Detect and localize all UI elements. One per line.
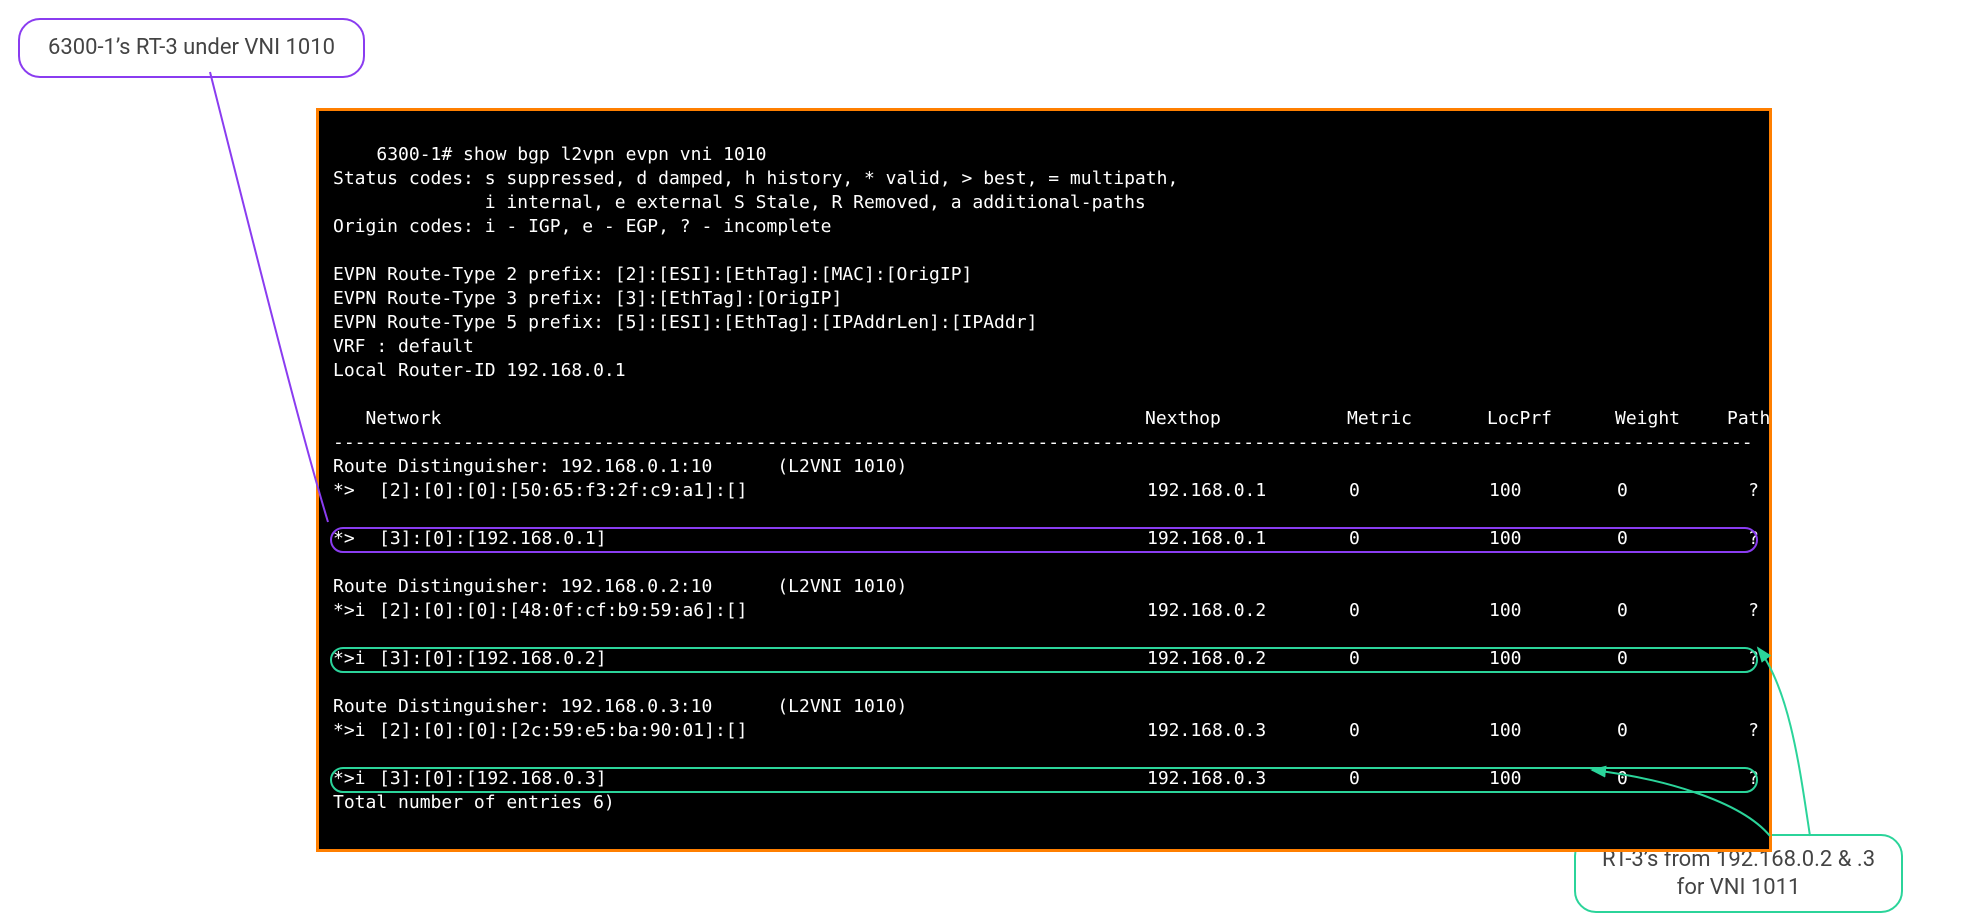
weight-cell: 0	[1617, 767, 1729, 791]
rd-label: Route Distinguisher: 192.168.0.2:10	[333, 576, 712, 597]
connector-purple	[210, 72, 328, 522]
header-weight: Weight	[1615, 407, 1727, 431]
nexthop-cell: 192.168.0.3	[1147, 719, 1349, 743]
header-locprf: LocPrf	[1487, 407, 1615, 431]
status-cell: *>	[333, 527, 379, 551]
status-cell: *>i	[333, 599, 379, 623]
prefix-cell: [2]:[0]:[0]:[50:65:f3:2f:c9:a1]:[]	[379, 479, 1147, 503]
evpn-rt5-prefix-format: EVPN Route-Type 5 prefix: [5]:[ESI]:[Eth…	[333, 312, 1037, 333]
prefix-cell: [2]:[0]:[0]:[2c:59:e5:ba:90:01]:[]	[379, 719, 1147, 743]
prefix-cell: [3]:[0]:[192.168.0.3]	[379, 767, 1147, 791]
locprf-cell: 100	[1489, 767, 1617, 791]
status-cell: *>i	[333, 719, 379, 743]
origin-codes-line: Origin codes: i - IGP, e - EGP, ? - inco…	[333, 216, 832, 237]
status-cell: *>i	[333, 647, 379, 671]
locprf-cell: 100	[1489, 719, 1617, 743]
status-codes-line2: i internal, e external S Stale, R Remove…	[333, 192, 1146, 213]
metric-cell: 0	[1349, 719, 1489, 743]
nexthop-cell: 192.168.0.1	[1147, 527, 1349, 551]
locprf-cell: 100	[1489, 599, 1617, 623]
table-divider: ----------------------------------------…	[333, 431, 1755, 455]
table-row: *>[2]:[0]:[0]:[50:65:f3:2f:c9:a1]:[]192.…	[333, 479, 1755, 503]
weight-cell: 0	[1617, 479, 1729, 503]
rd-label: Route Distinguisher: 192.168.0.3:10	[333, 696, 712, 717]
table-row: *>i[3]:[0]:[192.168.0.3]192.168.0.301000…	[333, 767, 1755, 791]
table-row: *>i[3]:[0]:[192.168.0.2]192.168.0.201000…	[333, 647, 1755, 671]
table-row: *>i[2]:[0]:[0]:[2c:59:e5:ba:90:01]:[]192…	[333, 719, 1755, 743]
prefix-cell: [2]:[0]:[0]:[48:0f:cf:b9:59:a6]:[]	[379, 599, 1147, 623]
locprf-cell: 100	[1489, 479, 1617, 503]
metric-cell: 0	[1349, 527, 1489, 551]
nexthop-cell: 192.168.0.1	[1147, 479, 1349, 503]
nexthop-cell: 192.168.0.3	[1147, 767, 1349, 791]
annotation-purple-text: 6300-1’s RT-3 under VNI 1010	[48, 35, 335, 60]
status-cell: *>	[333, 479, 379, 503]
table-row: *>[3]:[0]:[192.168.0.1]192.168.0.101000?	[333, 527, 1755, 551]
path-cell: ?	[1729, 599, 1759, 623]
annotation-green-text-line2: for VNI 1011	[1677, 875, 1801, 900]
vrf-line: VRF : default	[333, 336, 474, 357]
metric-cell: 0	[1349, 599, 1489, 623]
status-cell: *>i	[333, 767, 379, 791]
weight-cell: 0	[1617, 527, 1729, 551]
weight-cell: 0	[1617, 599, 1729, 623]
nexthop-cell: 192.168.0.2	[1147, 647, 1349, 671]
header-network: Network	[333, 407, 1145, 431]
path-cell: ?	[1729, 479, 1759, 503]
header-path: Path	[1727, 407, 1767, 431]
locprf-cell: 100	[1489, 527, 1617, 551]
path-cell: ?	[1729, 767, 1759, 791]
total-entries-line: Total number of entries 6)	[333, 792, 615, 813]
locprf-cell: 100	[1489, 647, 1617, 671]
prefix-cell: [3]:[0]:[192.168.0.2]	[379, 647, 1147, 671]
weight-cell: 0	[1617, 719, 1729, 743]
path-cell: ?	[1729, 719, 1759, 743]
rd-vni: (L2VNI 1010)	[777, 456, 907, 477]
evpn-rt3-prefix-format: EVPN Route-Type 3 prefix: [3]:[EthTag]:[…	[333, 288, 842, 309]
metric-cell: 0	[1349, 479, 1489, 503]
metric-cell: 0	[1349, 647, 1489, 671]
metric-cell: 0	[1349, 767, 1489, 791]
table-row: *>i[2]:[0]:[0]:[48:0f:cf:b9:59:a6]:[]192…	[333, 599, 1755, 623]
annotation-bubble-purple: 6300-1’s RT-3 under VNI 1010	[18, 18, 365, 78]
rd-block-3: Route Distinguisher: 192.168.0.3:10 (L2V…	[333, 695, 1755, 791]
rd-vni: (L2VNI 1010)	[777, 696, 907, 717]
status-codes-line1: Status codes: s suppressed, d damped, h …	[333, 168, 1178, 189]
header-nexthop: Nexthop	[1145, 407, 1347, 431]
local-router-id-line: Local Router-ID 192.168.0.1	[333, 360, 626, 381]
rd-block-2: Route Distinguisher: 192.168.0.2:10 (L2V…	[333, 575, 1755, 671]
path-cell: ?	[1729, 527, 1759, 551]
terminal-window: 6300-1# show bgp l2vpn evpn vni 1010 Sta…	[316, 108, 1772, 852]
weight-cell: 0	[1617, 647, 1729, 671]
cli-command: 6300-1# show bgp l2vpn evpn vni 1010	[376, 144, 766, 165]
diagram-canvas: 6300-1’s RT-3 under VNI 1010 RT-3’s from…	[0, 0, 1978, 886]
rd-block-1: Route Distinguisher: 192.168.0.1:10 (L2V…	[333, 455, 1755, 551]
path-cell: ?	[1729, 647, 1759, 671]
nexthop-cell: 192.168.0.2	[1147, 599, 1349, 623]
evpn-rt2-prefix-format: EVPN Route-Type 2 prefix: [2]:[ESI]:[Eth…	[333, 264, 972, 285]
rd-label: Route Distinguisher: 192.168.0.1:10	[333, 456, 712, 477]
header-metric: Metric	[1347, 407, 1487, 431]
rd-vni: (L2VNI 1010)	[777, 576, 907, 597]
prefix-cell: [3]:[0]:[192.168.0.1]	[379, 527, 1147, 551]
